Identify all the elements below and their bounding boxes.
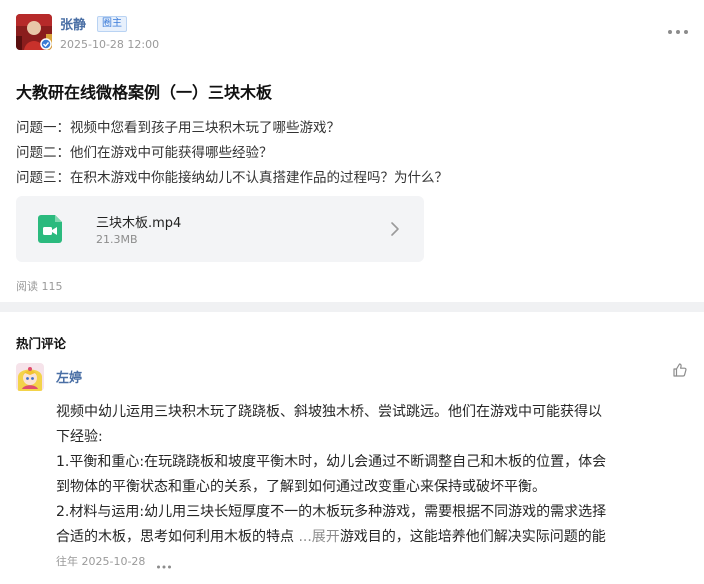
attachment-name: 三块木板.mp4 <box>96 216 182 231</box>
comment-line-start: 合适的木板，思考如何利用木板的特点 <box>56 529 294 545</box>
question-line: 问题二：他们在游戏中可能获得哪些经验？ <box>16 145 273 161</box>
attachment-size: 21.3MB <box>96 233 138 246</box>
expand-link[interactable]: ...展开 <box>298 529 339 545</box>
question-line: 问题三：在积木游戏中你能接纳幼儿不认真搭建作品的过程吗？为什么？ <box>16 170 448 186</box>
post-title: 大教研在线微格案例（一）三块木板 <box>16 83 273 102</box>
commenter-avatar[interactable] <box>16 363 44 391</box>
more-options-icon[interactable] <box>666 24 690 40</box>
author-avatar[interactable] <box>16 14 52 50</box>
comments-section: 热门评论 左婷 视频中幼儿运用三块积木玩了跷跷板、斜坡独木桥、尝试跳远。他们在游… <box>0 312 704 584</box>
comment-line: 下经验: <box>56 429 103 445</box>
thumbs-up-icon[interactable] <box>672 362 688 378</box>
section-divider <box>0 302 704 312</box>
post-card: 张静 圈主 2025-10-28 12:00 大教研在线微格案例（一）三块木板 … <box>0 0 704 302</box>
video-file-icon <box>38 215 62 243</box>
owner-badge: 圈主 <box>97 16 127 32</box>
author-name[interactable]: 张静 <box>60 14 86 33</box>
commenter-name[interactable]: 左婷 <box>56 367 82 386</box>
hot-comments-title: 热门评论 <box>16 336 67 351</box>
chevron-right-icon <box>388 220 402 238</box>
comment-line: 合适的木板，思考如何利用木板的特点 ...展开游戏目的，这能培养他们解决实际问题… <box>56 525 684 550</box>
attachment-card[interactable]: 三块木板.mp4 21.3MB <box>16 196 424 262</box>
post-timestamp: 2025-10-28 12:00 <box>60 38 160 51</box>
question-line: 问题一：视频中您看到孩子用三块积木玩了哪些游戏？ <box>16 120 340 136</box>
comment-more-icon[interactable] <box>156 556 172 569</box>
comment-body: 视频中幼儿运用三块积木玩了跷跷板、斜坡独木桥、尝试跳远。他们在游戏中可能获得以 … <box>56 400 684 550</box>
comment-line: 2.材料与运用:幼儿用三块长短厚度不一的木板玩多种游戏，需要根据不同游戏的需求选… <box>56 504 607 520</box>
comment-line: 1.平衡和重心:在玩跷跷板和坡度平衡木时，幼儿会通过不断调整自己和木板的位置，体… <box>56 454 607 470</box>
comment-line: 到物体的平衡状态和重心的关系，了解到如何通过改变重心来保持或破坏平衡。 <box>56 479 546 495</box>
comment-timestamp: 往年 2025-10-28 <box>56 555 146 568</box>
comment-line: 视频中幼儿运用三块积木玩了跷跷板、斜坡独木桥、尝试跳远。他们在游戏中可能获得以 <box>56 404 602 420</box>
read-count: 阅读 115 <box>16 280 63 293</box>
comment-line-end: 游戏目的，这能培养他们解决实际问题的能 <box>339 529 606 545</box>
